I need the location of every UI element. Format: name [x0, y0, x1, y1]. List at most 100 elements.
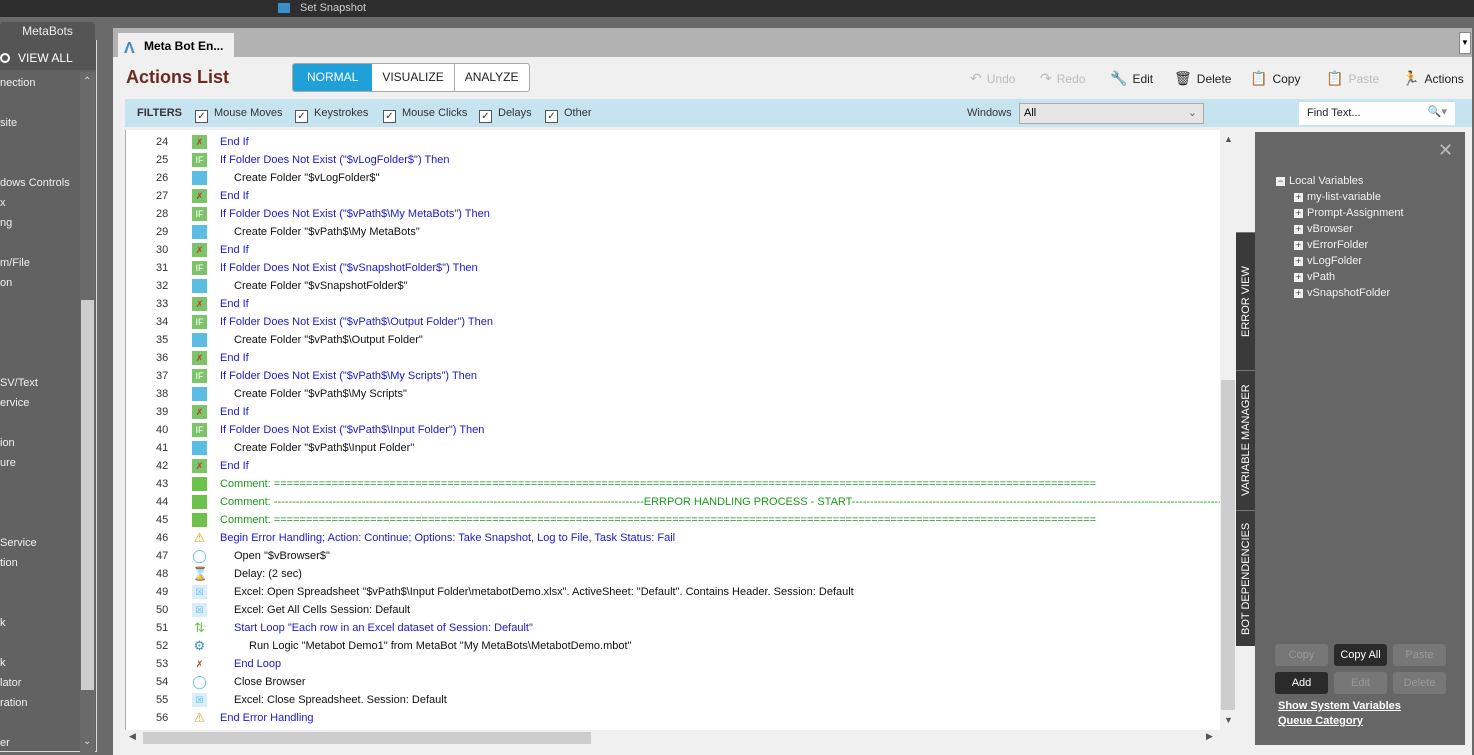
action-row[interactable]: 28 IF If Folder Does Not Exist ("$vPath$\M…: [126, 205, 1216, 223]
action-row[interactable]: 56 ⚠ End Error Handling: [126, 709, 1216, 727]
edit-button[interactable]: 🔧 Edit: [1110, 70, 1153, 87]
command-item[interactable]: ervice: [0, 397, 29, 409]
paste-button[interactable]: 📋 Paste: [1326, 70, 1379, 87]
action-row[interactable]: 49 ☒ Excel: Open Spreadsheet "$vPath$\Inpu…: [126, 583, 1216, 601]
tab-variable-manager[interactable]: VARIABLE MANAGER: [1236, 370, 1256, 510]
action-row[interactable]: 25 IF If Folder Does Not Exist ("$vLogFold…: [126, 151, 1216, 169]
filter-keystrokes[interactable]: ✓ Keystrokes: [295, 107, 368, 123]
action-row[interactable]: 26 Create Folder "$vLogFolder$": [126, 169, 1216, 187]
scroll-up-icon[interactable]: ▲: [1224, 134, 1233, 144]
local-variables-node[interactable]: − Local Variables: [1276, 175, 1363, 187]
var-copy-all-button[interactable]: Copy All: [1334, 644, 1387, 666]
command-item[interactable]: m/File: [0, 257, 30, 269]
command-item[interactable]: ure: [0, 457, 16, 469]
command-item[interactable]: on: [0, 277, 12, 289]
variable-node[interactable]: + my-list-variable: [1294, 191, 1381, 203]
scroll-down-icon[interactable]: ⌄: [83, 736, 91, 747]
expand-icon[interactable]: +: [1294, 209, 1303, 218]
close-icon[interactable]: ✕: [1438, 140, 1453, 161]
scroll-up-icon[interactable]: ⌃: [83, 76, 91, 87]
filter-delays[interactable]: ✓ Delays: [479, 107, 532, 123]
action-row[interactable]: 34 IF If Folder Does Not Exist ("$vPath$\O…: [126, 313, 1216, 331]
command-item[interactable]: Service: [0, 537, 37, 549]
mode-visualize[interactable]: VISUALIZE: [372, 64, 453, 91]
action-row[interactable]: 53 ✗ End Loop: [126, 655, 1216, 673]
var-edit-button[interactable]: Edit: [1334, 672, 1387, 694]
action-row[interactable]: 29 Create Folder "$vPath$\My MetaBots": [126, 223, 1216, 241]
command-item[interactable]: SV/Text: [0, 377, 38, 389]
action-row[interactable]: 35 Create Folder "$vPath$\Output Folder": [126, 331, 1216, 349]
variable-node[interactable]: + Prompt-Assignment: [1294, 207, 1404, 219]
redo-button[interactable]: ↷ Redo: [1040, 70, 1085, 87]
variable-node[interactable]: + vLogFolder: [1294, 255, 1362, 267]
mode-normal[interactable]: NORMAL: [293, 64, 373, 91]
action-row[interactable]: 40 IF If Folder Does Not Exist ("$vPath$\I…: [126, 421, 1216, 439]
tab-menu-button[interactable]: ▼: [1459, 32, 1471, 54]
filter-mouse-moves[interactable]: ✓ Mouse Moves: [195, 107, 282, 123]
variable-node[interactable]: + vBrowser: [1294, 223, 1353, 235]
action-row[interactable]: 39 ✗ End If: [126, 403, 1216, 421]
action-row[interactable]: 54 ◯ Close Browser: [126, 673, 1216, 691]
scroll-right-icon[interactable]: ▶: [1206, 731, 1213, 742]
var-add-button[interactable]: Add: [1275, 672, 1328, 694]
command-item[interactable]: tion: [0, 557, 18, 569]
command-item[interactable]: lator: [0, 677, 21, 689]
action-row[interactable]: 38 Create Folder "$vPath$\My Scripts": [126, 385, 1216, 403]
action-row[interactable]: 33 ✗ End If: [126, 295, 1216, 313]
copy-button[interactable]: 📋 Copy: [1250, 70, 1300, 87]
filter-other[interactable]: ✓ Other: [545, 107, 592, 123]
action-row[interactable]: 44 Comment: -----------------------------…: [126, 493, 1220, 511]
var-copy-button[interactable]: Copy: [1275, 644, 1328, 666]
variable-node[interactable]: + vSnapshotFolder: [1294, 287, 1390, 299]
command-item[interactable]: ration: [0, 697, 28, 709]
scroll-left-icon[interactable]: ◀: [129, 731, 136, 742]
action-row[interactable]: 41 Create Folder "$vPath$\Input Folder": [126, 439, 1216, 457]
expand-icon[interactable]: +: [1294, 273, 1303, 282]
action-row[interactable]: 55 ☒ Excel: Close Spreadsheet. Session: De…: [126, 691, 1216, 709]
var-delete-button[interactable]: Delete: [1393, 672, 1446, 694]
delete-button[interactable]: 🗑 Delete: [1174, 70, 1231, 87]
action-row[interactable]: 52 ⚙ Run Logic "Metabot Demo1" from MetaBo…: [126, 637, 1216, 655]
action-row[interactable]: 46 ⚠ Begin Error Handling; Action: Continu…: [126, 529, 1216, 547]
tab-error-view[interactable]: ERROR VIEW: [1236, 232, 1256, 370]
expand-icon[interactable]: +: [1294, 241, 1303, 250]
action-row[interactable]: 45 Comment: =============================…: [126, 511, 1216, 529]
action-row[interactable]: 48 ⌛ Delay: (2 sec): [126, 565, 1216, 583]
action-row[interactable]: 51 ⇅ Start Loop "Each row in an Excel data…: [126, 619, 1216, 637]
action-row[interactable]: 27 ✗ End If: [126, 187, 1216, 205]
scroll-down-icon[interactable]: ▼: [1224, 715, 1233, 725]
actions-button[interactable]: 🏃 Actions: [1402, 70, 1464, 87]
action-row[interactable]: 50 ☒ Excel: Get All Cells Session: Default: [126, 601, 1216, 619]
tab-bot-dependencies[interactable]: BOT DEPENDENCIES: [1236, 510, 1256, 646]
command-item[interactable]: ion: [0, 437, 15, 449]
variable-node[interactable]: + vErrorFolder: [1294, 239, 1368, 251]
command-item[interactable]: ng: [0, 217, 12, 229]
list-vertical-thumb[interactable]: [1221, 380, 1235, 710]
action-row[interactable]: 31 IF If Folder Does Not Exist ("$vSnapsho…: [126, 259, 1216, 277]
left-scroll-thumb[interactable]: [81, 300, 94, 690]
undo-button[interactable]: ↶ Undo: [970, 70, 1015, 87]
view-all-radio[interactable]: VIEW ALL: [0, 40, 96, 70]
action-row[interactable]: 24 ✗ End If: [126, 133, 1216, 151]
mode-analyze[interactable]: ANALYZE: [453, 64, 529, 91]
command-item[interactable]: k: [0, 657, 6, 669]
command-item[interactable]: x: [0, 197, 6, 209]
metabots-tab[interactable]: MetaBots: [0, 22, 95, 40]
expand-icon[interactable]: +: [1294, 225, 1303, 234]
show-system-variables-link[interactable]: Show System Variables: [1278, 700, 1401, 712]
action-row[interactable]: 42 ✗ End If: [126, 457, 1216, 475]
queue-category-link[interactable]: Queue Category: [1278, 715, 1363, 727]
action-row[interactable]: 36 ✗ End If: [126, 349, 1216, 367]
action-row[interactable]: 37 IF If Folder Does Not Exist ("$vPath$\M…: [126, 367, 1216, 385]
action-row[interactable]: 32 Create Folder "$vSnapshotFolder$": [126, 277, 1216, 295]
action-row[interactable]: 47 ◯ Open "$vBrowser$": [126, 547, 1216, 565]
command-item[interactable]: er: [0, 737, 10, 749]
filter-mouse-clicks[interactable]: ✓ Mouse Clicks: [383, 107, 467, 123]
expand-icon[interactable]: +: [1294, 193, 1303, 202]
expand-icon[interactable]: +: [1294, 289, 1303, 298]
variable-node[interactable]: + vPath: [1294, 271, 1335, 283]
command-item[interactable]: nection: [0, 77, 35, 89]
collapse-icon[interactable]: −: [1276, 177, 1285, 186]
list-horizontal-thumb[interactable]: [143, 732, 591, 744]
expand-icon[interactable]: +: [1294, 257, 1303, 266]
